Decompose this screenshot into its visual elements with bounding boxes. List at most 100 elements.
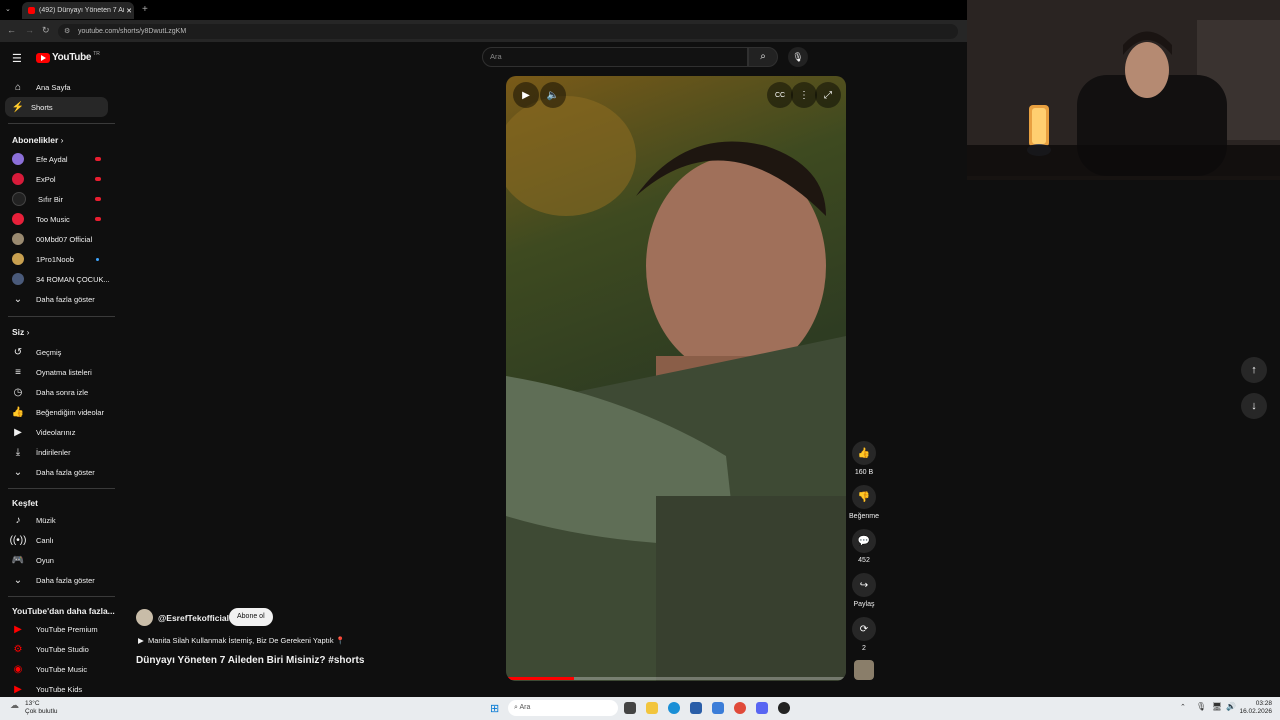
sidebar-item-music[interactable]: ♪ Müzik [0,510,115,530]
tab-list-icon[interactable]: ⌄ [5,5,11,13]
new-content-dot [96,257,99,261]
sidebar-show-more[interactable]: ⌄ Daha fazla göster [0,289,115,309]
divider [8,596,115,597]
sidebar-item-downloads[interactable]: ⤓ İndirilenler [0,442,115,462]
new-tab-icon[interactable]: + [142,4,148,15]
taskbar-search[interactable]: ⌕ Ara [508,700,618,716]
comments-button[interactable]: 💬 452 [851,529,877,564]
menu-icon[interactable]: ☰ [12,52,22,65]
sidebar-item-history[interactable]: ↺ Geçmiş [0,342,115,362]
downloads-icon: ⤓ [15,446,21,458]
sidebar-item-label: İndirilenler [36,447,71,457]
country-code: TR [93,50,100,57]
edge-icon[interactable] [668,702,680,714]
sidebar-item-subscription[interactable]: Sıfır Bir [0,189,115,209]
sidebar-item-your-videos[interactable]: ▶ Videolarınız [0,422,115,442]
mute-button[interactable]: 🔈 [540,82,566,108]
sidebar-item-shorts[interactable]: ⚡ Shorts [5,97,108,117]
voice-search-button[interactable]: 🎙 [788,47,808,67]
sidebar-item-label: Too Music [36,214,70,224]
play-button[interactable]: ▶ [513,82,539,108]
close-tab-icon[interactable]: ✕ [124,7,134,15]
sidebar-item-subscription[interactable]: Efe Aydal [0,149,115,169]
sidebar-item-subscription[interactable]: 1Pro1Noob [0,249,115,269]
task-view-icon[interactable] [624,702,636,714]
volume-tray-icon[interactable]: 🔊 [1226,702,1236,711]
divider [8,488,115,489]
file-explorer-icon[interactable] [646,702,658,714]
taskbar-search-placeholder: Ara [519,704,531,711]
dislike-button[interactable]: 👎 Beğenme [849,485,879,520]
store-icon[interactable] [690,702,702,714]
sidebar-item-youtube-music[interactable]: ◉ YouTube Music [0,659,115,679]
channel-name[interactable]: @EsrefTekofficials [158,613,234,623]
sidebar-item-playlists[interactable]: ≡ Oynatma listeleri [0,362,115,382]
forward-icon[interactable]: → [25,25,34,35]
obs-icon[interactable] [778,702,790,714]
sidebar-item-gaming[interactable]: 🎮 Oyun [0,550,115,570]
discord-icon[interactable] [756,702,768,714]
you-heading[interactable]: Siz › [12,327,30,337]
channel-avatar[interactable] [136,609,153,626]
microphone-tray-icon[interactable]: 🎙 [1196,702,1206,711]
sidebar-item-liked-videos[interactable]: 👍 Beğendiğim videolar [0,402,115,422]
search-button[interactable]: ⌕ [748,47,778,67]
chrome-icon[interactable] [734,702,746,714]
sidebar-item-live[interactable]: ((•)) Canlı [0,530,115,550]
back-icon[interactable]: ← [7,25,16,35]
windows-start-icon[interactable]: ⊞ [490,702,499,715]
pin-icon: 📍 [335,636,346,645]
sidebar-item-label: YouTube Music [36,664,88,674]
fullscreen-button[interactable]: ⤢ [815,82,841,108]
youtube-logo[interactable]: YouTube TR [36,50,100,63]
sidebar-item-subscription[interactable]: ExPol [0,169,115,189]
sidebar-item-label: Ana Sayfa [36,82,71,92]
sidebar-item-watch-later[interactable]: ◷ Daha sonra izle [0,382,115,402]
playlists-icon: ≡ [15,366,21,378]
url-field[interactable]: youtube.com/shorts/y8DwutLzgKM [58,24,958,39]
sidebar-item-label: Daha sonra izle [36,387,89,397]
video-title[interactable]: Dünyayı Yöneten 7 Aileden Biri Misiniz? … [136,655,364,666]
sidebar-item-youtube-premium[interactable]: ▶ YouTube Premium [0,619,115,639]
network-icon[interactable]: 🖥 [1212,702,1222,711]
sound-link[interactable]: ▶ Manita Silah Kullanmak İstemiş, Biz De… [138,636,345,645]
next-short-button[interactable]: ↓ [1241,393,1267,419]
clock-date: 16.02.2026 [1239,708,1272,715]
share-button[interactable]: ↪ Paylaş [851,573,877,608]
subscriptions-heading[interactable]: Abonelikler › [12,135,64,145]
mail-icon[interactable] [712,702,724,714]
sound-thumbnail[interactable] [854,660,874,680]
reload-icon[interactable]: ↻ [42,25,50,36]
sidebar-show-more[interactable]: ⌄ Daha fazla göster [0,570,115,590]
sound-title: Manita Silah Kullanmak İstemiş, Biz De G… [147,636,334,645]
remix-button[interactable]: ⟳ 2 [851,617,877,652]
sidebar-show-more[interactable]: ⌄ Daha fazla göster [0,462,115,482]
divider [8,123,115,124]
like-button[interactable]: 👍 160 B [851,441,877,476]
short-video-player[interactable] [506,76,846,681]
sidebar-item-subscription[interactable]: Too Music [0,209,115,229]
youtube-premium-icon: ▶ [14,623,22,635]
weather-temp: 13°C [25,700,40,707]
sidebar-item-subscription[interactable]: 34 ROMAN ÇOCUK... [0,269,115,289]
subscribe-button[interactable]: Abone ol [229,608,273,626]
more-options-button[interactable]: ⋮ [791,82,817,108]
sidebar-item-youtube-kids[interactable]: ▶ YouTube Kids [0,679,115,699]
site-info-icon[interactable]: ⚙ [64,27,70,35]
progress-track[interactable] [506,677,846,680]
previous-short-button[interactable]: ↑ [1241,357,1267,383]
weather-widget[interactable]: 13°C Çok bulutlu [25,700,58,716]
avatar [12,273,24,285]
sidebar-item-label: Oynatma listeleri [36,367,92,377]
clock[interactable]: 03:28 16.02.2026 [1236,700,1272,716]
browser-tab[interactable]: (492) Dünyayı Yöneten 7 Aileden ✕ [22,2,134,19]
tray-chevron-icon[interactable]: ⌃ [1180,703,1186,711]
sidebar-item-subscription[interactable]: 00Mbd07 Official [0,229,115,249]
live-indicator [95,157,101,161]
remix-count: 2 [862,645,866,652]
webcam-overlay [967,0,1280,176]
search-input[interactable]: Ara [482,47,748,67]
sidebar-item-home[interactable]: ⌂ Ana Sayfa [0,77,115,97]
sidebar-item-youtube-studio[interactable]: ⚙ YouTube Studio [0,639,115,659]
captions-button[interactable]: CC [767,82,793,108]
